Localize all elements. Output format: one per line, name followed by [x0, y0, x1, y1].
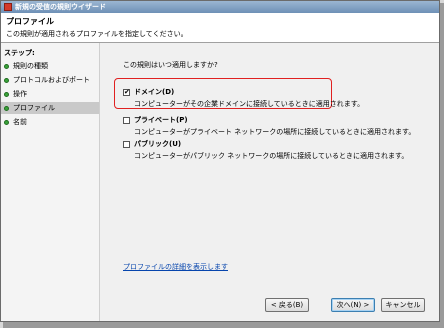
step-item-protocol-port[interactable]: プロトコルおよびポート — [1, 74, 99, 86]
steps-sidebar: ステップ: 規則の種類 プロトコルおよびポート 操作 プロファイル 名前 — [1, 43, 100, 321]
apply-question: この規則はいつ適用しますか? — [123, 61, 218, 69]
public-description: コンピューターがパブリック ネットワークの場所に接続しているときに適用されます。 — [134, 152, 409, 160]
step-item-name[interactable]: 名前 — [1, 116, 99, 128]
public-checkbox[interactable] — [123, 140, 130, 148]
step-label: 操作 — [13, 90, 27, 98]
private-label[interactable]: プライベート(P) — [134, 115, 188, 125]
option-domain: ✔ ドメイン(D) コンピューターがその企業ドメインに接続しているときに適用され… — [123, 87, 364, 109]
title-bar: 新規の受信の規則ウイザード — [1, 1, 439, 13]
page-header: プロファイル この規則が適用されるプロファイルを指定してください。 — [1, 13, 439, 43]
back-button[interactable]: < 戻る(B) — [265, 298, 309, 312]
private-description: コンピューターがプライベート ネットワークの場所に接続しているときに適用されます… — [134, 128, 416, 136]
steps-list: 規則の種類 プロトコルおよびポート 操作 プロファイル 名前 — [1, 60, 99, 130]
step-bullet-icon — [4, 91, 9, 97]
page-title: プロファイル — [6, 17, 54, 26]
step-label: 規則の種類 — [13, 62, 48, 70]
step-label: プロファイル — [13, 104, 55, 112]
page-subtitle: この規則が適用されるプロファイルを指定してください。 — [6, 30, 188, 38]
public-label[interactable]: パブリック(U) — [134, 139, 181, 149]
firewall-app-icon — [4, 3, 12, 11]
steps-title: ステップ: — [4, 49, 35, 57]
window-shadow-right — [440, 3, 444, 325]
step-bullet-icon — [4, 119, 9, 125]
profile-details-link[interactable]: プロファイルの詳細を表示します — [123, 262, 228, 272]
domain-checkbox[interactable]: ✔ — [123, 88, 130, 96]
step-bullet-icon — [4, 105, 9, 111]
wizard-window: 新規の受信の規則ウイザード プロファイル この規則が適用されるプロファイルを指定… — [0, 0, 440, 322]
private-checkbox[interactable] — [123, 116, 130, 124]
option-public: パブリック(U) コンピューターがパブリック ネットワークの場所に接続していると… — [123, 139, 408, 161]
domain-description: コンピューターがその企業ドメインに接続しているときに適用されます。 — [134, 100, 365, 108]
step-item-profile[interactable]: プロファイル — [1, 102, 99, 114]
option-private: プライベート(P) コンピューターがプライベート ネットワークの場所に接続してい… — [123, 115, 415, 137]
cancel-button[interactable]: キャンセル — [381, 298, 425, 312]
main-panel: この規則はいつ適用しますか? ✔ ドメイン(D) コンピューターがその企業ドメイ… — [100, 43, 439, 321]
window-shadow-bottom — [3, 322, 444, 328]
next-button[interactable]: 次へ(N) > — [331, 298, 375, 312]
step-item-rule-type[interactable]: 規則の種類 — [1, 60, 99, 72]
step-bullet-icon — [4, 63, 9, 69]
step-bullet-icon — [4, 77, 9, 83]
window-title: 新規の受信の規則ウイザード — [15, 3, 106, 11]
step-item-action[interactable]: 操作 — [1, 88, 99, 100]
step-label: プロトコルおよびポート — [13, 76, 90, 84]
domain-label[interactable]: ドメイン(D) — [134, 87, 174, 97]
step-label: 名前 — [13, 118, 27, 126]
